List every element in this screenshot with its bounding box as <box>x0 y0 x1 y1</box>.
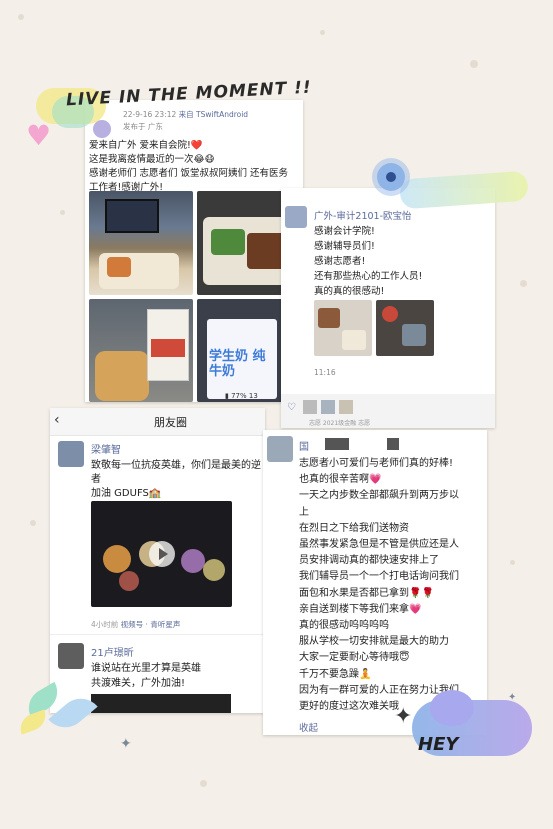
post-line: 这是我离疫情最近的一次😂😷 <box>89 154 215 165</box>
post-location: 发布于 广东 <box>123 122 163 131</box>
star-sparkle-icon: ✦ <box>508 692 517 703</box>
heart-sticker-icon: ♥ <box>26 119 52 152</box>
post-line: 感谢志愿者! <box>314 256 366 267</box>
post-line: 也真的很辛苦啊💗 <box>299 474 382 486</box>
avatar[interactable] <box>58 441 84 467</box>
post-author[interactable]: 梁肇智 <box>91 441 121 456</box>
collapse-link[interactable]: 收起 <box>299 720 318 734</box>
post-line: 者 <box>91 474 101 485</box>
post1-card: 22-9-16 23:12 来自 TSwiftAndroid 发布于 广东 爱来… <box>85 100 303 402</box>
post-line: 亲自送到楼下等我们来拿💗 <box>299 603 422 615</box>
post-line: 虽然事发紧急但是不管是供应还是人 <box>299 539 459 550</box>
avatar[interactable] <box>267 436 293 462</box>
post-line: 服从学校一切安排就是最大的助力 <box>299 636 449 648</box>
liker-avatar[interactable] <box>303 400 317 414</box>
post-line: 在烈日之下给我们送物资 <box>299 522 409 534</box>
hey-sticker: HEY <box>418 734 459 755</box>
post-line: 志愿者小可爱们与老师们真的好棒! <box>299 458 454 469</box>
photo-supplies-2[interactable] <box>376 300 434 356</box>
video-thumbnail[interactable] <box>91 501 232 607</box>
like-icon: ♡ <box>287 402 296 413</box>
post-line: 上 <box>299 506 309 518</box>
post-line: 更好的度过这次难关哦 <box>299 701 399 712</box>
avatar[interactable] <box>58 643 84 669</box>
post-author[interactable]: 广外-审计2101-欧宝怡 <box>314 208 412 222</box>
liker-avatar[interactable] <box>321 400 335 414</box>
post-source[interactable]: 来自 TSwiftAndroid <box>179 110 248 119</box>
status-battery: 77% <box>231 392 247 400</box>
post-line: 真的真的很感动! <box>314 286 385 297</box>
photo-desk-meal[interactable] <box>89 191 193 295</box>
milk-box-text: 学生奶 纯牛奶 <box>209 349 266 379</box>
battery-icon: ▮ <box>225 392 229 400</box>
post-line: 面包和水果是否都已拿到🌹🌹 <box>299 587 434 599</box>
post-time: 4小时前 <box>91 620 119 629</box>
post-author[interactable]: 21卢璟昕 <box>91 644 134 659</box>
post-line: 大家一定要耐心等待哦😇 <box>299 652 410 664</box>
photo-bread[interactable] <box>89 299 193 402</box>
play-icon[interactable] <box>149 541 175 567</box>
avatar <box>285 206 307 228</box>
post-line: 因为有一群可爱的人正在努力让我们 <box>299 684 459 696</box>
post-line: 谁说站在光里才算是英雄 <box>91 663 201 674</box>
post-line: 加油 GDUFS🏫 <box>91 488 162 499</box>
redacted-block <box>387 438 399 450</box>
back-arrow-icon[interactable]: ‹ <box>54 412 60 428</box>
sticker-leaves-icon <box>14 680 104 740</box>
avatar <box>93 120 111 138</box>
photo-supplies-1[interactable] <box>314 300 372 356</box>
likes-text: 志愿 2021级金融 志愿 <box>309 420 371 427</box>
star-sparkle-icon: ✦ <box>394 704 413 729</box>
status-time: 13 <box>248 392 258 400</box>
post-time: 22-9-16 23:12 <box>123 110 177 119</box>
liker-avatar[interactable] <box>339 400 353 414</box>
post-line: 感谢老师们 志愿者们 饭堂叔叔阿姨们 还有医务 <box>89 168 289 179</box>
redacted-block <box>325 438 349 450</box>
post-author[interactable]: 国 <box>299 438 309 453</box>
moments-card: ‹ 朋友圈 梁肇智 致敬每一位抗疫英雄，你们是最美的逆 者 加油 GDUFS🏫 … <box>50 408 265 713</box>
post-line: 感谢会计学院! <box>314 226 375 237</box>
post-line: 千万不要急躁🧘 <box>299 668 372 680</box>
post-line: 我们辅导员一个一个打电话询问我们 <box>299 571 459 583</box>
sticker-blob-sky <box>399 170 529 210</box>
post-line: 还有那些热心的工作人员! <box>314 271 423 282</box>
post-line: 一天之内步数全部都飙升到两万步以 <box>299 490 459 502</box>
post-line: 感谢辅导员们! <box>314 241 375 252</box>
post-line: 致敬每一位抗疫英雄，你们是最美的逆 <box>91 460 261 471</box>
post-line: 共渡难关，广外加油! <box>91 678 186 689</box>
post-line: 爱来自广外 爱来自会院!❤️ <box>89 140 203 151</box>
channel-link[interactable]: 视频号 · 青听星声 <box>121 620 181 629</box>
post2-card: 广外-审计2101-欧宝怡 感谢会计学院! 感谢辅导员们! 感谢志愿者! 还有那… <box>281 188 495 428</box>
moments-title: 朋友圈 <box>154 416 187 429</box>
post-line: 员安排调动真的都快速安排上了 <box>299 555 439 567</box>
post-time: 11:16 <box>314 368 336 377</box>
post-line: 真的很感动呜呜呜呜 <box>299 620 389 631</box>
star-sparkle-icon: ✦ <box>120 736 132 752</box>
